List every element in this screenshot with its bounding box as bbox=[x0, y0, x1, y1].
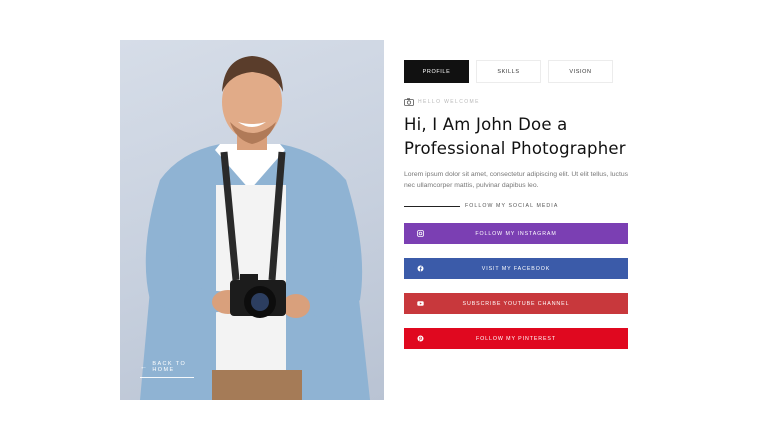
pinterest-icon bbox=[417, 335, 424, 342]
pinterest-button[interactable]: FOLLOW MY PINTEREST bbox=[404, 328, 628, 349]
follow-heading: FOLLOW MY SOCIAL MEDIA bbox=[404, 203, 628, 209]
tab-vision[interactable]: VISION bbox=[548, 60, 613, 83]
page-title: Hi, I Am John Doe a Professional Photogr… bbox=[404, 113, 628, 161]
social-buttons: FOLLOW MY INSTAGRAM VISIT MY FACEBOOK SU… bbox=[404, 223, 628, 349]
welcome-text: HELLO WELCOME bbox=[418, 99, 480, 105]
pinterest-label: FOLLOW MY PINTEREST bbox=[476, 335, 556, 342]
back-to-home-link[interactable]: ← BACK TO HOME bbox=[140, 361, 194, 378]
follow-label: FOLLOW MY SOCIAL MEDIA bbox=[465, 203, 559, 209]
title-line-1: Hi, I Am John Doe a bbox=[404, 115, 568, 134]
youtube-button[interactable]: SUBSCRIBE YOUTUBE CHANNEL bbox=[404, 293, 628, 314]
profile-content: PROFILE SKILLS VISION HELLO WELCOME Hi, … bbox=[404, 60, 628, 363]
tab-skills[interactable]: SKILLS bbox=[476, 60, 541, 83]
tab-bar: PROFILE SKILLS VISION bbox=[404, 60, 628, 83]
divider bbox=[404, 205, 460, 207]
instagram-label: FOLLOW MY INSTAGRAM bbox=[475, 230, 557, 237]
profile-photo: ← BACK TO HOME bbox=[120, 40, 384, 400]
youtube-icon bbox=[417, 301, 424, 306]
back-to-home-label: BACK TO HOME bbox=[152, 361, 187, 373]
intro-paragraph: Lorem ipsum dolor sit amet, consectetur … bbox=[404, 171, 629, 189]
tab-profile[interactable]: PROFILE bbox=[404, 60, 469, 83]
title-line-2: Professional Photographer bbox=[404, 139, 626, 158]
instagram-icon bbox=[417, 230, 424, 237]
welcome-row: HELLO WELCOME bbox=[404, 98, 628, 106]
youtube-label: SUBSCRIBE YOUTUBE CHANNEL bbox=[462, 300, 570, 307]
facebook-label: VISIT MY FACEBOOK bbox=[481, 265, 551, 272]
photographer-illustration bbox=[140, 56, 370, 400]
facebook-button[interactable]: VISIT MY FACEBOOK bbox=[404, 258, 628, 279]
instagram-button[interactable]: FOLLOW MY INSTAGRAM bbox=[404, 223, 628, 244]
facebook-icon bbox=[417, 265, 424, 272]
camera-icon bbox=[404, 98, 414, 106]
arrow-left-icon: ← bbox=[140, 363, 149, 371]
